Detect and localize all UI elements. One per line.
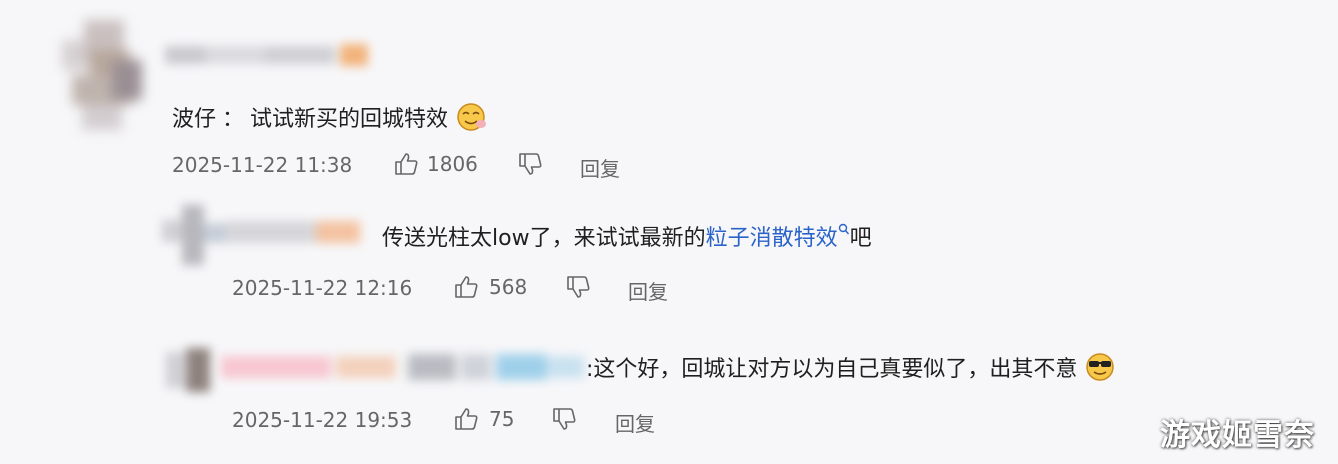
separator: ： [222,107,245,132]
like-button[interactable]: 75 [453,406,514,432]
reply-text: 传送光柱太low了，来试试最新的 [382,226,706,251]
thumbs-down-icon [565,274,591,300]
timestamp: 2025-11-22 11:38 [172,153,353,177]
comment-text: 试试新买的回城特效 [250,107,449,132]
dislike-button[interactable] [551,406,577,436]
like-count: 75 [489,407,515,431]
comment-meta: 2025-11-22 19:53 [232,408,412,432]
reply-text: :这个好，回城让对方以为自己真要似了，出其不意 [586,357,1078,382]
comment-meta: 2025-11-22 12:16 [232,276,412,300]
thumbs-up-icon [453,274,479,300]
dislike-button[interactable] [565,274,591,304]
timestamp: 2025-11-22 19:53 [232,408,413,432]
timestamp: 2025-11-22 12:16 [232,276,413,300]
reply-button[interactable]: 回复 [628,276,668,305]
search-icon[interactable] [838,218,850,243]
like-count: 1806 [427,152,478,176]
comment-author[interactable]: 波仔 [172,107,216,132]
username-blurred[interactable] [162,205,362,265]
topic-link[interactable]: 粒子消散特效 [706,226,838,251]
avatar[interactable] [62,20,148,130]
comment-body: 波仔：试试新买的回城特效 [172,101,489,133]
dislike-button[interactable] [517,151,543,181]
username-blurred[interactable] [166,348,586,392]
like-button[interactable]: 568 [453,274,527,300]
drooling-face-emoji-icon [455,102,489,132]
thumbs-down-icon [517,151,543,177]
thumbs-down-icon [551,406,577,432]
like-button[interactable]: 1806 [393,151,478,177]
thumbs-up-icon [393,151,419,177]
comment-meta: 2025-11-22 11:38 [172,153,352,177]
reply-body: :这个好，回城让对方以为自己真要似了，出其不意 [586,351,1118,383]
reply-body: 传送光柱太low了，来试试最新的粒子消散特效 吧 [382,220,872,252]
reply-button[interactable]: 回复 [615,408,655,437]
thumbs-up-icon [453,406,479,432]
reply-button[interactable]: 回复 [580,153,620,182]
reply-text-tail: 吧 [849,226,872,251]
username-blurred[interactable] [165,44,370,66]
cool-sunglasses-emoji-icon [1084,352,1118,382]
watermark: 游戏姬雪奈 [1160,418,1315,453]
like-count: 568 [489,275,528,299]
